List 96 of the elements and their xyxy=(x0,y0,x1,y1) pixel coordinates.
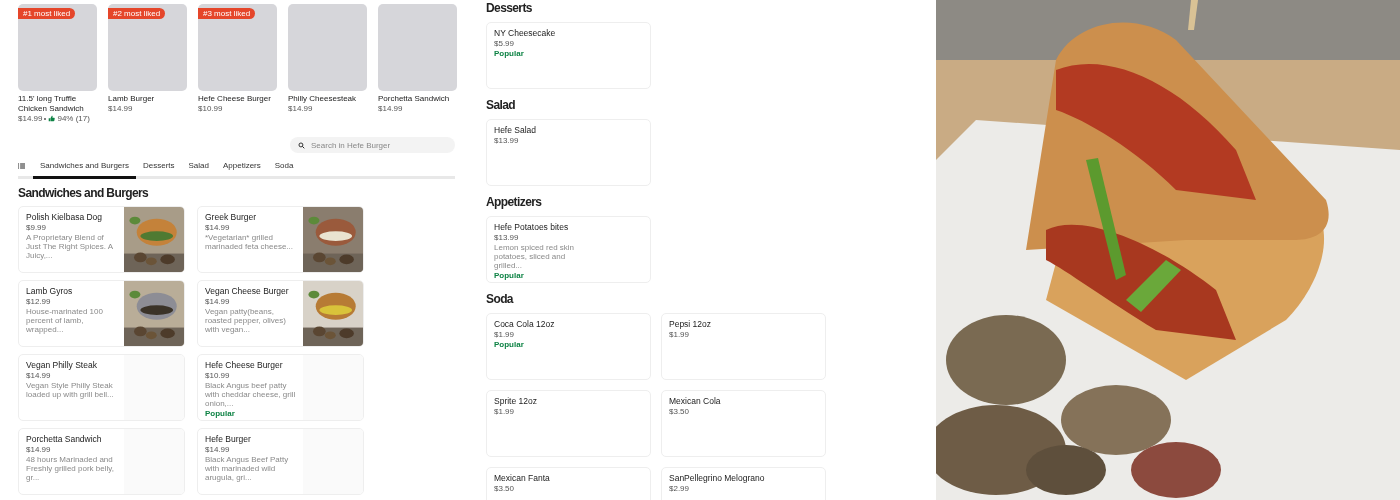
category-tab[interactable]: Appetizers xyxy=(216,155,268,179)
section-heading: Appetizers xyxy=(486,195,543,209)
item-name: Mexican Cola xyxy=(669,396,722,406)
section-heading: Salad xyxy=(486,98,517,112)
section-heading: Sandwiches and Burgers xyxy=(18,186,150,200)
popular-label: Popular xyxy=(205,409,236,418)
item-price: $12.99 xyxy=(26,297,52,306)
item-name: SanPellegrino Melograno xyxy=(669,473,766,483)
item-name: Pepsi 12oz xyxy=(669,319,713,329)
item-price: $14.99 xyxy=(26,445,52,454)
item-description: A Proprietary Blend of Just The Right Spices. A Juicy,... xyxy=(26,233,114,260)
item-description: Lemon spiced red skin potatoes, sliced and grilled... xyxy=(494,243,576,270)
menu-item-card[interactable]: Hefe Cheese Burger $10.99 Black Angus beef patty with cheddar cheese, grill onion,... Popular xyxy=(197,354,364,421)
item-name: Hefe Salad xyxy=(494,125,538,135)
item-price: $10.99 xyxy=(198,104,223,113)
item-name: Hefe Potatoes bites xyxy=(494,222,570,232)
category-tab[interactable]: Sandwiches and Burgers xyxy=(33,155,136,179)
item-name: Polish Kielbasa Dog xyxy=(26,212,104,222)
item-name: 11.5' long Truffle Chicken Sandwich xyxy=(18,94,85,114)
popular-label: Popular xyxy=(494,271,525,280)
image-placeholder[interactable] xyxy=(288,4,367,91)
menu-item-card[interactable]: Porchetta Sandwich $14.99 48 hours Marinaded and Freshly grilled pork belly, gr... xyxy=(18,428,185,495)
item-price: $10.99 xyxy=(205,371,231,380)
item-price: $1.99 xyxy=(494,407,516,416)
item-name: Porchetta Sandwich xyxy=(26,434,103,444)
menu-item-card[interactable]: Greek Burger $14.99 *Vegetarian* grilled marinaded feta cheese... xyxy=(197,206,364,273)
item-name: Vegan Philly Steak xyxy=(26,360,98,370)
item-price: $3.50 xyxy=(494,484,516,493)
image-placeholder[interactable]: #2 most liked xyxy=(108,4,187,91)
most-liked-badge: #1 most liked xyxy=(18,8,76,19)
item-description: 48 hours Marinaded and Freshly grilled pork belly, gr... xyxy=(26,455,115,482)
category-tab[interactable]: Soda xyxy=(267,155,301,179)
image-placeholder[interactable]: #1 most liked xyxy=(18,4,97,91)
item-description: Black Angus Beef Patty with marinaded wild arugula, gri... xyxy=(205,455,290,482)
item-description: House-marinated 100 percent of lamb, wrapped... xyxy=(26,307,104,334)
item-name: Hefe Cheese Burger xyxy=(205,360,284,370)
item-name: Philly Cheesesteak xyxy=(288,94,358,104)
item-price: $9.99 xyxy=(26,223,48,232)
item-price: $14.99 xyxy=(18,114,43,123)
item-price: $14.99 xyxy=(205,445,231,454)
menu-item-card[interactable]: SanPellegrino Melograno $2.99 xyxy=(661,467,826,500)
menu-item-card[interactable]: Hefe Salad $13.99 xyxy=(486,119,651,186)
item-description: Vegan Style Philly Steak loaded up with grill bell... xyxy=(26,381,115,399)
most-liked-badge: #3 most liked xyxy=(198,8,256,19)
menu-item-card[interactable]: Mexican Fanta $3.50 xyxy=(486,467,651,500)
category-tab[interactable]: Desserts xyxy=(135,155,182,179)
menu-item-card[interactable]: Pepsi 12oz $1.99 xyxy=(661,313,826,380)
item-name: Lamb Gyros xyxy=(26,286,74,296)
search-field[interactable]: Search in Hefe Burger xyxy=(290,137,455,153)
item-name: Hefe Burger xyxy=(205,434,252,444)
menu-item-card[interactable]: NY Cheesecake $5.99 Popular xyxy=(486,22,651,89)
menu-item-card[interactable]: Lamb Gyros $12.99 House-marinated 100 percent of lamb, wrapped... xyxy=(18,280,185,347)
item-name: NY Cheesecake xyxy=(494,28,557,38)
category-tab[interactable]: Salad xyxy=(181,155,216,179)
item-name: Greek Burger xyxy=(205,212,258,222)
menu-item-card[interactable]: Polish Kielbasa Dog $9.99 A Proprietary Blend of Just The Right Spices. A Juicy,... xyxy=(18,206,185,273)
image-placeholder[interactable]: #3 most liked xyxy=(198,4,277,91)
item-name: Mexican Fanta xyxy=(494,473,551,483)
item-price: $14.99 xyxy=(288,104,313,113)
menu-item-card[interactable]: Sprite 12oz $1.99 xyxy=(486,390,651,457)
item-price: $3.50 xyxy=(669,407,691,416)
search-icon xyxy=(298,141,305,149)
menu-item-card[interactable]: Coca Cola 12oz $1.99 Popular xyxy=(486,313,651,380)
item-price: $13.99 xyxy=(494,136,520,145)
item-name: Lamb Burger xyxy=(108,94,156,104)
menu-item-card[interactable]: Hefe Potatoes bites $13.99 Lemon spiced red skin potatoes, sliced and grilled... Popular xyxy=(486,216,651,283)
item-description: Vegan patty(beans, roasted pepper, olives) with vegan... xyxy=(205,307,287,334)
popular-label: Popular xyxy=(494,49,525,58)
item-price: $2.99 xyxy=(669,484,691,493)
item-price: $13.99 xyxy=(494,233,520,242)
menu-item-card[interactable]: Mexican Cola $3.50 xyxy=(661,390,826,457)
item-price: $14.99 xyxy=(205,223,231,232)
item-name: Sprite 12oz xyxy=(494,396,538,406)
item-price: $1.99 xyxy=(669,330,691,339)
most-liked-badge: #2 most liked xyxy=(108,8,166,19)
item-description: Black Angus beef patty with cheddar cheese, grill onion,... xyxy=(205,381,297,408)
menu-item-card[interactable]: Vegan Cheese Burger $14.99 Vegan patty(beans, roasted pepper, olives) with vegan... xyxy=(197,280,364,347)
popular-label: Popular xyxy=(494,340,525,349)
item-price: $5.99 xyxy=(494,39,516,48)
section-heading: Desserts xyxy=(486,1,533,15)
image-placeholder[interactable] xyxy=(378,4,457,91)
item-name: Hefe Cheese Burger xyxy=(198,94,272,104)
item-price: $1.99 xyxy=(494,330,516,339)
item-name: Porchetta Sandwich xyxy=(378,94,451,104)
item-name: Vegan Cheese Burger xyxy=(205,286,290,296)
menu-item-card[interactable]: Vegan Philly Steak $14.99 Vegan Style Philly Steak loaded up with grill bell... xyxy=(18,354,185,421)
menu-item-card[interactable]: Hefe Burger $14.99 Black Angus Beef Patty with marinaded wild arugula, gri... xyxy=(197,428,364,495)
section-heading: Soda xyxy=(486,292,515,306)
item-name: Coca Cola 12oz xyxy=(494,319,556,329)
item-price: $14.99 xyxy=(378,104,403,113)
item-price: $14.99 xyxy=(26,371,52,380)
item-price: $14.99 xyxy=(205,297,231,306)
item-description: *Vegetarian* grilled marinaded feta cheese... xyxy=(205,233,295,251)
rating-text: 94% (17) xyxy=(57,114,90,123)
item-price: $14.99 xyxy=(108,104,133,113)
thumbs-up-icon xyxy=(48,115,56,122)
